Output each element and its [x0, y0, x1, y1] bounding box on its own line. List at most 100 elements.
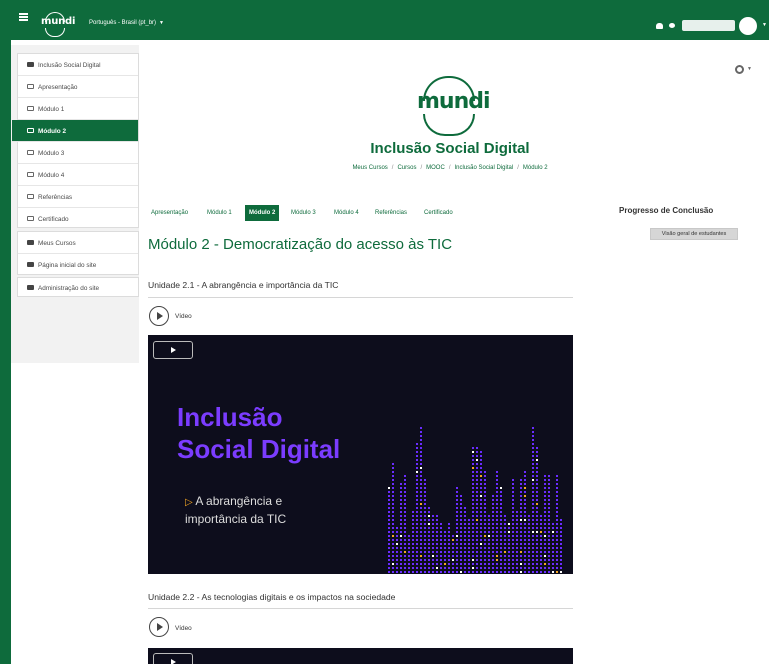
- equalizer-dot: [416, 523, 418, 525]
- equalizer-dot: [532, 519, 534, 521]
- video-link[interactable]: Vídeo: [175, 313, 192, 320]
- user-name-redacted[interactable]: [682, 20, 735, 31]
- equalizer-dot: [536, 535, 538, 537]
- sidebar-item-certificado[interactable]: Certificado: [18, 208, 138, 230]
- equalizer-dot: [476, 519, 478, 521]
- breadcrumb-item[interactable]: Cursos: [397, 165, 416, 171]
- video-player[interactable]: [148, 648, 573, 664]
- video-play-icon[interactable]: [149, 306, 169, 326]
- equalizer-dot: [408, 543, 410, 545]
- course-nav-group: Inclusão Social Digital Apresentação Mód…: [12, 53, 139, 230]
- chat-icon[interactable]: [669, 23, 675, 28]
- language-menu[interactable]: Português - Brasil (pt_br) ▼: [89, 20, 164, 26]
- equalizer-dot: [532, 467, 534, 469]
- student-overview-button[interactable]: Visão geral de estudantes: [650, 228, 738, 240]
- user-menu-caret-icon[interactable]: ▼: [762, 22, 767, 28]
- equalizer-dot: [500, 543, 502, 545]
- equalizer-dot: [472, 535, 474, 537]
- equalizer-dot: [412, 559, 414, 561]
- sidebar-item-modulo-1[interactable]: Módulo 1: [18, 98, 138, 120]
- equalizer-dot: [488, 515, 490, 517]
- equalizer-dot: [460, 555, 462, 557]
- equalizer-dot: [396, 543, 398, 545]
- play-button[interactable]: [153, 653, 193, 664]
- equalizer-dot: [388, 507, 390, 509]
- equalizer-dot: [464, 555, 466, 557]
- equalizer-dot: [392, 491, 394, 493]
- equalizer-dot: [484, 563, 486, 565]
- equalizer-dot: [504, 559, 506, 561]
- equalizer-dot: [464, 511, 466, 513]
- equalizer-dot: [472, 491, 474, 493]
- equalizer-dot: [436, 519, 438, 521]
- sidebar-item-referencias[interactable]: Referências: [18, 186, 138, 208]
- bell-icon[interactable]: [656, 23, 663, 29]
- user-avatar[interactable]: [739, 17, 757, 35]
- tab-certificado[interactable]: Certificado: [424, 205, 453, 221]
- sidebar-item-pagina-inicial[interactable]: Página inicial do site: [18, 254, 138, 276]
- equalizer-dot: [560, 547, 562, 549]
- equalizer-dot: [428, 563, 430, 565]
- equalizer-dot: [420, 455, 422, 457]
- tab-modulo-4[interactable]: Módulo 4: [334, 205, 359, 221]
- sidebar-item-administracao[interactable]: Administração do site: [18, 277, 138, 299]
- equalizer-dot: [540, 531, 542, 533]
- sidebar-item-modulo-3[interactable]: Módulo 3: [18, 142, 138, 164]
- equalizer-dot: [460, 527, 462, 529]
- tab-apresentacao[interactable]: Apresentação: [151, 205, 188, 221]
- gear-icon[interactable]: [735, 65, 744, 74]
- equalizer-dot: [424, 559, 426, 561]
- play-button[interactable]: [153, 341, 193, 359]
- breadcrumb-item[interactable]: Módulo 2: [523, 165, 548, 171]
- equalizer-dot: [556, 515, 558, 517]
- video-link[interactable]: Vídeo: [175, 625, 192, 632]
- sidebar-item-apresentacao[interactable]: Apresentação: [18, 76, 138, 98]
- breadcrumb-item[interactable]: MOOC: [426, 165, 445, 171]
- equalizer-dot: [532, 455, 534, 457]
- breadcrumb-item[interactable]: Inclusão Social Digital: [454, 165, 513, 171]
- equalizer-dot: [524, 495, 526, 497]
- gear-caret-icon[interactable]: ▼: [747, 66, 752, 72]
- equalizer-dot: [492, 563, 494, 565]
- equalizer-dot: [480, 499, 482, 501]
- equalizer-dot: [512, 559, 514, 561]
- tab-modulo-2[interactable]: Módulo 2: [245, 205, 280, 221]
- mundi-logo[interactable]: mundi: [40, 12, 75, 37]
- breadcrumb-item[interactable]: Meus Cursos: [352, 165, 387, 171]
- equalizer-dot: [420, 491, 422, 493]
- folder-icon: [27, 106, 34, 111]
- menu-icon[interactable]: [19, 13, 28, 21]
- equalizer-dot: [480, 531, 482, 533]
- equalizer-dot: [420, 439, 422, 441]
- equalizer-dot: [476, 539, 478, 541]
- video-play-icon[interactable]: [149, 617, 169, 637]
- equalizer-dot: [516, 531, 518, 533]
- equalizer-dot: [416, 487, 418, 489]
- video-player[interactable]: Inclusão Social Digital ▷ A abrangência …: [148, 335, 573, 574]
- tab-referencias[interactable]: Referências: [375, 205, 407, 221]
- sidebar-item-meus-cursos[interactable]: Meus Cursos: [18, 232, 138, 254]
- tab-modulo-3[interactable]: Módulo 3: [291, 205, 316, 221]
- equalizer-dot: [520, 571, 522, 573]
- equalizer-dot: [536, 487, 538, 489]
- equalizer-dot: [396, 571, 398, 573]
- equalizer-dot: [540, 571, 542, 573]
- graduation-cap-icon: [27, 62, 34, 67]
- equalizer-dot: [536, 531, 538, 533]
- sidebar-item-modulo-4[interactable]: Módulo 4: [18, 164, 138, 186]
- equalizer-dot: [400, 531, 402, 533]
- equalizer-dot: [456, 519, 458, 521]
- equalizer-dot: [456, 515, 458, 517]
- equalizer-dot: [448, 539, 450, 541]
- tab-modulo-1[interactable]: Módulo 1: [207, 205, 232, 221]
- sidebar-item-modulo-2[interactable]: Módulo 2: [12, 120, 138, 142]
- equalizer-dot: [412, 511, 414, 513]
- equalizer-dot: [448, 543, 450, 545]
- equalizer-dot: [512, 539, 514, 541]
- equalizer-dot: [544, 475, 546, 477]
- equalizer-dot: [536, 563, 538, 565]
- sidebar-item-course[interactable]: Inclusão Social Digital: [18, 54, 138, 76]
- equalizer-dot: [400, 519, 402, 521]
- equalizer-dot: [560, 543, 562, 545]
- divider: [148, 297, 573, 298]
